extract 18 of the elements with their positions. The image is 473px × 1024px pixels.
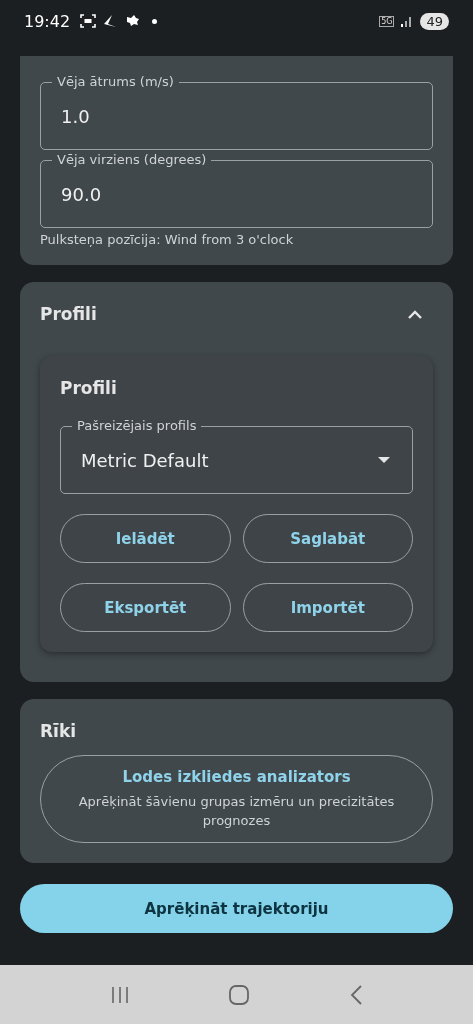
section-title: Profili: [40, 304, 97, 324]
screenshot-icon: [80, 14, 97, 28]
field-label: Vēja virziens (degrees): [52, 152, 212, 168]
recent-apps-icon[interactable]: [109, 985, 130, 1004]
back-icon[interactable]: [349, 984, 364, 1005]
battery-level: 49: [420, 12, 449, 30]
notification-dot: [152, 18, 158, 24]
field-label: Vēja ātrums (m/s): [52, 74, 179, 90]
field-label: Pašreizējais profils: [72, 418, 202, 434]
status-time: 19:42: [24, 11, 71, 31]
clock-position-note: Pulksteņa pozīcija: Wind from 3 o'clock: [40, 232, 295, 247]
section-title: Rīki: [40, 721, 78, 741]
network-label: 5G: [379, 15, 395, 27]
home-icon[interactable]: [229, 984, 250, 1005]
calculate-button[interactable]: Aprēķināt trajektoriju: [20, 884, 453, 933]
chevron-icon[interactable]: [407, 309, 423, 319]
caret-icon: [378, 457, 390, 463]
panel-title: Profili: [60, 378, 118, 398]
